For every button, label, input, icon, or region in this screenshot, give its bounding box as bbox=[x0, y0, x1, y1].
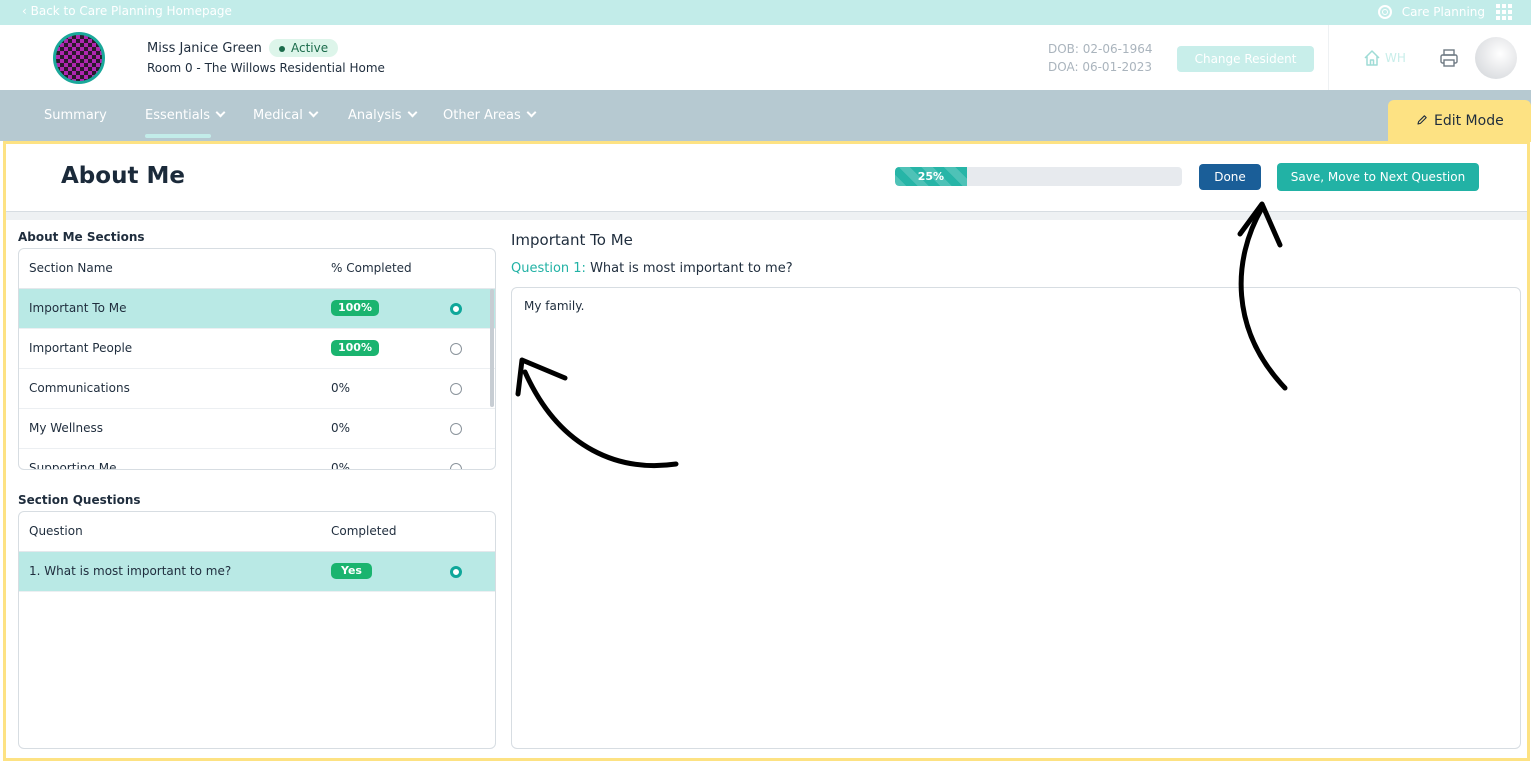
nav-analysis-label: Analysis bbox=[348, 108, 402, 123]
gear-icon[interactable] bbox=[1377, 5, 1392, 19]
sections-scrollbar[interactable] bbox=[490, 289, 494, 407]
answer-textarea[interactable]: My family. bbox=[511, 287, 1521, 749]
question-radio[interactable] bbox=[450, 566, 462, 578]
section-name: Supporting Me bbox=[29, 461, 117, 470]
resident-doa: DOA: 06-01-2023 bbox=[1048, 60, 1153, 74]
header-divider bbox=[1328, 25, 1329, 90]
completion-badge: Yes bbox=[331, 563, 372, 579]
top-bar-right: Care Planning bbox=[1377, 3, 1513, 21]
questions-heading: Section Questions bbox=[18, 493, 141, 507]
top-bar: ‹ Back to Care Planning Homepage Care Pl… bbox=[0, 0, 1531, 25]
section-completed: 0% bbox=[331, 421, 351, 435]
divider-strip bbox=[6, 212, 1527, 220]
question-text: 1. What is most important to me? bbox=[29, 564, 232, 578]
col-percent-completed: % Completed bbox=[331, 261, 412, 275]
back-to-homepage-link[interactable]: ‹ Back to Care Planning Homepage bbox=[22, 4, 232, 18]
questions-table-header: Question Completed bbox=[19, 512, 495, 552]
edit-mode-label: Edit Mode bbox=[1434, 113, 1504, 129]
chevron-down-icon bbox=[215, 107, 226, 118]
active-tab-indicator bbox=[145, 134, 211, 138]
status-dot-icon bbox=[279, 45, 285, 52]
title-area: About Me 25% Done Save, Move to Next Que… bbox=[6, 144, 1527, 212]
section-row-my-wellness[interactable]: My Wellness 0% bbox=[19, 409, 495, 449]
resident-header: Miss Janice Green Active Room 0 - The Wi… bbox=[0, 25, 1531, 90]
col-section-name: Section Name bbox=[29, 261, 113, 275]
questions-table: Question Completed 1. What is most impor… bbox=[18, 511, 496, 749]
section-row-communications[interactable]: Communications 0% bbox=[19, 369, 495, 409]
question-row-1[interactable]: 1. What is most important to me? Yes bbox=[19, 552, 495, 592]
page-title: About Me bbox=[61, 163, 185, 189]
sections-table: Section Name % Completed Important To Me… bbox=[18, 248, 496, 470]
status-label: Active bbox=[291, 41, 329, 55]
change-resident-button[interactable]: Change Resident bbox=[1177, 46, 1314, 72]
edit-mode-tab[interactable]: Edit Mode bbox=[1388, 100, 1531, 142]
section-radio[interactable] bbox=[450, 463, 462, 469]
section-radio[interactable] bbox=[450, 423, 462, 435]
section-completed: 0% bbox=[331, 381, 351, 395]
pencil-icon bbox=[1417, 115, 1427, 125]
progress-fill: 25% bbox=[895, 167, 967, 186]
section-row-important-people[interactable]: Important People 100% bbox=[19, 329, 495, 369]
section-name: Important To Me bbox=[29, 301, 127, 315]
completion-badge: 100% bbox=[331, 340, 379, 356]
section-completed: 0% bbox=[331, 461, 351, 470]
nav-medical[interactable]: Medical bbox=[253, 107, 319, 123]
section-radio[interactable] bbox=[450, 303, 462, 315]
nav-essentials-label: Essentials bbox=[145, 108, 211, 123]
user-avatar[interactable] bbox=[1475, 37, 1517, 79]
sections-table-header: Section Name % Completed bbox=[19, 249, 495, 289]
done-button[interactable]: Done bbox=[1199, 164, 1261, 190]
chevron-down-icon bbox=[407, 107, 418, 118]
resident-room: Room 0 - The Willows Residential Home bbox=[147, 61, 385, 75]
section-name: Important People bbox=[29, 341, 133, 355]
section-row-supporting-me[interactable]: Supporting Me 0% bbox=[19, 449, 495, 470]
section-name: My Wellness bbox=[29, 421, 103, 435]
resident-dob: DOB: 02-06-1964 bbox=[1048, 42, 1153, 56]
printer-icon[interactable] bbox=[1438, 47, 1460, 69]
question-completed: Yes bbox=[331, 563, 372, 580]
section-name: Communications bbox=[29, 381, 130, 395]
completion-badge: 100% bbox=[331, 300, 379, 316]
status-badge: Active bbox=[269, 39, 339, 57]
nav-essentials[interactable]: Essentials bbox=[145, 107, 226, 123]
nav-other-areas[interactable]: Other Areas bbox=[443, 107, 537, 123]
section-radio[interactable] bbox=[450, 343, 462, 355]
resident-name: Miss Janice Green bbox=[147, 41, 262, 56]
section-radio[interactable] bbox=[450, 383, 462, 395]
col-completed: Completed bbox=[331, 524, 397, 538]
app-name: Care Planning bbox=[1401, 5, 1485, 19]
question-number: Question 1: bbox=[511, 261, 586, 276]
section-completed: 100% bbox=[331, 340, 379, 357]
main-nav: Summary Essentials Medical Analysis Othe… bbox=[0, 90, 1531, 141]
nav-summary-label: Summary bbox=[44, 108, 107, 123]
save-next-question-button[interactable]: Save, Move to Next Question bbox=[1277, 163, 1479, 191]
section-completed: 100% bbox=[331, 300, 379, 317]
section-row-important-to-me[interactable]: Important To Me 100% bbox=[19, 289, 495, 329]
sections-heading: About Me Sections bbox=[18, 230, 145, 244]
nav-other-areas-label: Other Areas bbox=[443, 108, 521, 123]
apps-grid-icon[interactable] bbox=[1495, 3, 1513, 21]
chevron-down-icon bbox=[308, 107, 319, 118]
home-location-label[interactable]: WH bbox=[1385, 51, 1406, 65]
nav-analysis[interactable]: Analysis bbox=[348, 107, 418, 123]
col-question: Question bbox=[29, 524, 83, 538]
question-label: What is most important to me? bbox=[590, 261, 793, 276]
progress-bar: 25% bbox=[895, 167, 1182, 186]
chevron-down-icon bbox=[526, 107, 537, 118]
resident-avatar bbox=[53, 32, 105, 84]
nav-summary[interactable]: Summary bbox=[44, 108, 107, 123]
home-icon[interactable] bbox=[1363, 49, 1381, 67]
current-question: Question 1: What is most important to me… bbox=[511, 261, 793, 276]
nav-medical-label: Medical bbox=[253, 108, 303, 123]
main-content: About Me 25% Done Save, Move to Next Que… bbox=[3, 141, 1530, 761]
question-section-title: Important To Me bbox=[511, 231, 633, 249]
